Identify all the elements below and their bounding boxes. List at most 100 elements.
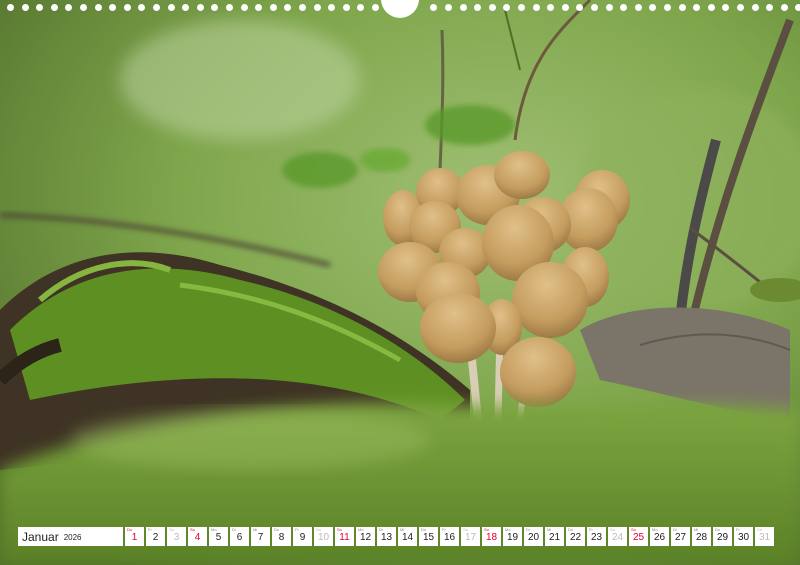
binding-hole (211, 4, 219, 11)
day-number: 20 (527, 532, 540, 543)
binding-hole (284, 4, 292, 11)
day-cell: So 25 (629, 527, 648, 546)
binding-hole (7, 4, 14, 11)
day-cell: Mo 5 (209, 527, 228, 546)
day-number: 24 (611, 532, 624, 543)
day-number: 4 (194, 532, 201, 543)
binding-hole (430, 4, 438, 11)
day-number: 29 (716, 532, 729, 543)
day-cell: Do 1 (125, 527, 144, 546)
day-cell: Mo 12 (356, 527, 375, 546)
binding-hole (94, 4, 102, 11)
binding-hole (255, 4, 263, 11)
binding-hole (459, 4, 467, 11)
day-cell: Fr 16 (440, 527, 459, 546)
binding-hole (634, 4, 642, 11)
day-cell: Sa 10 (314, 527, 333, 546)
binding-hole (576, 4, 584, 11)
binding-hole (561, 4, 569, 11)
binding-hole (372, 4, 379, 11)
binding-hole (722, 4, 730, 11)
day-number: 2 (152, 532, 159, 543)
month-calendar-strip: Januar 2026 Do 1 Fr 2 Sa 3 So 4 Mo 5 Di 6 Mi 7 Do 8 Fr 9 S… (18, 527, 774, 546)
day-cell: Di 20 (524, 527, 543, 546)
binding-hole (65, 4, 73, 11)
binding-hole (518, 4, 525, 11)
binding-hole (153, 4, 160, 11)
day-cell: Mi 14 (398, 527, 417, 546)
day-number: 9 (299, 532, 306, 543)
binding-hole (123, 4, 131, 11)
day-number: 18 (485, 532, 498, 543)
binding-hole (109, 4, 117, 11)
binding-hole (474, 4, 482, 11)
mushroom-photo (0, 0, 800, 565)
binding-hole (36, 4, 44, 11)
binding-hole (138, 4, 146, 11)
day-cell: So 4 (188, 527, 207, 546)
binding-hole (693, 4, 701, 11)
day-cell: Fr 9 (293, 527, 312, 546)
day-number: 3 (173, 532, 180, 543)
day-number: 16 (443, 532, 456, 543)
binding-hole (737, 4, 744, 11)
day-cell: Sa 24 (608, 527, 627, 546)
binding-hole (649, 4, 657, 11)
day-cell: Do 15 (419, 527, 438, 546)
month-label: Januar 2026 (18, 527, 123, 546)
month-year: 2026 (63, 533, 82, 542)
binding-hole (664, 4, 671, 11)
binding-hole (620, 4, 628, 11)
binding-hole (299, 4, 306, 11)
binding-hole (591, 4, 598, 11)
day-number: 10 (317, 532, 330, 543)
day-cell: Fr 23 (587, 527, 606, 546)
day-cell: Mi 7 (251, 527, 270, 546)
day-cell: Fr 2 (146, 527, 165, 546)
binding-hole (766, 4, 774, 11)
day-number: 13 (380, 532, 393, 543)
day-number: 17 (464, 532, 477, 543)
day-cell: Do 8 (272, 527, 291, 546)
day-number: 12 (359, 532, 372, 543)
binding-hole (313, 4, 321, 11)
day-cell: Do 29 (713, 527, 732, 546)
day-number: 5 (215, 532, 222, 543)
day-cell: Fr 30 (734, 527, 753, 546)
day-number: 8 (278, 532, 285, 543)
day-cell: Sa 3 (167, 527, 186, 546)
binding-hole (226, 4, 233, 11)
binding-hole (678, 4, 686, 11)
day-cell: Do 22 (566, 527, 585, 546)
day-number: 6 (236, 532, 243, 543)
binding-hole (795, 4, 800, 11)
binding-hole (196, 4, 204, 11)
day-number: 21 (548, 532, 561, 543)
day-cell: So 11 (335, 527, 354, 546)
binding-hole (328, 4, 336, 11)
day-number: 1 (131, 532, 138, 543)
day-cell: Mo 19 (503, 527, 522, 546)
month-name: Januar (22, 529, 59, 544)
day-cell: Mo 26 (650, 527, 669, 546)
day-number: 25 (632, 532, 645, 543)
binding-hole (240, 4, 248, 11)
day-cell: Mi 21 (545, 527, 564, 546)
binding-hole (488, 4, 496, 11)
day-number: 11 (339, 532, 350, 543)
day-number: 7 (257, 532, 264, 543)
binding-hole (605, 4, 613, 11)
binding-hole (445, 4, 452, 11)
day-cell: Di 13 (377, 527, 396, 546)
day-number: 14 (401, 532, 414, 543)
day-cell: Di 6 (230, 527, 249, 546)
day-cell: Sa 31 (755, 527, 774, 546)
day-cell: So 18 (482, 527, 501, 546)
day-cell: Di 27 (671, 527, 690, 546)
day-number: 15 (422, 532, 435, 543)
binding-hole (532, 4, 540, 11)
binding-hole (342, 4, 350, 11)
binding-hole (269, 4, 277, 11)
binding-hole (21, 4, 29, 11)
day-number: 30 (737, 532, 750, 543)
